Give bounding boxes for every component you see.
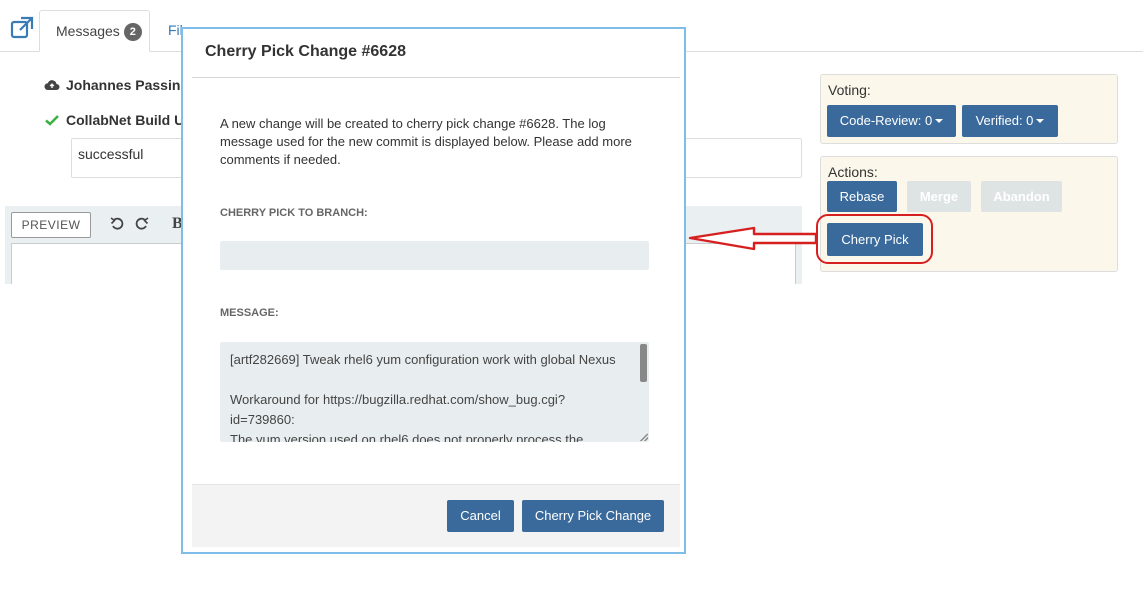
message-line: [230, 370, 629, 390]
message-label: MESSAGE:: [220, 307, 279, 319]
annotation-arrow-icon: [688, 226, 818, 251]
message-scrollbar-thumb[interactable]: [640, 344, 647, 382]
branch-input[interactable]: [220, 241, 649, 270]
rebase-button[interactable]: Rebase: [827, 181, 897, 212]
message-row[interactable]: Johannes Passing: [44, 77, 189, 93]
actions-title: Actions:: [828, 164, 878, 180]
dialog-footer: Cancel Cherry Pick Change: [192, 484, 680, 547]
caret-down-icon: [935, 119, 944, 123]
voting-panel: Voting: Code-Review: 0 Verified: 0: [820, 74, 1118, 144]
checkmark-icon: [45, 115, 59, 126]
code-review-dropdown[interactable]: Code-Review: 0: [827, 105, 956, 137]
branch-label: CHERRY PICK TO BRANCH:: [220, 207, 368, 219]
message-line: Workaround for https://bugzilla.redhat.c…: [230, 392, 566, 427]
annotation-circle: [816, 214, 933, 264]
abandon-button[interactable]: Abandon: [981, 181, 1062, 212]
tab-messages-label: Messages: [56, 23, 120, 39]
external-link-icon[interactable]: [10, 16, 34, 40]
message-author: Johannes Passing: [66, 77, 189, 93]
cancel-button[interactable]: Cancel: [447, 500, 514, 532]
merge-button[interactable]: Merge: [907, 181, 971, 212]
message-line: [artf282669] Tweak rhel6 yum configurati…: [230, 352, 616, 367]
dialog-description: A new change will be created to cherry p…: [220, 116, 632, 167]
resize-grip-icon[interactable]: [640, 433, 648, 441]
cherry-pick-dialog: Cherry Pick Change #6628 A new change wi…: [181, 27, 686, 554]
verified-label: Verified: 0: [975, 113, 1034, 128]
message-textarea[interactable]: [artf282669] Tweak rhel6 yum configurati…: [220, 342, 649, 442]
code-review-label: Code-Review: 0: [839, 113, 933, 128]
cherry-pick-change-button[interactable]: Cherry Pick Change: [522, 500, 664, 532]
cloud-upload-icon: [44, 80, 60, 91]
redo-icon[interactable]: [135, 216, 149, 230]
voting-title: Voting:: [828, 82, 871, 98]
dialog-divider: [192, 77, 680, 78]
message-line: The yum version used on rhel6 does not p…: [230, 432, 584, 442]
undo-icon[interactable]: [110, 216, 124, 230]
preview-button[interactable]: PREVIEW: [11, 212, 91, 238]
verified-dropdown[interactable]: Verified: 0: [962, 105, 1058, 137]
messages-count-badge: 2: [123, 23, 142, 41]
tab-messages[interactable]: Messages 2: [39, 10, 150, 52]
dialog-title: Cherry Pick Change #6628: [205, 43, 406, 60]
caret-down-icon: [1036, 119, 1045, 123]
